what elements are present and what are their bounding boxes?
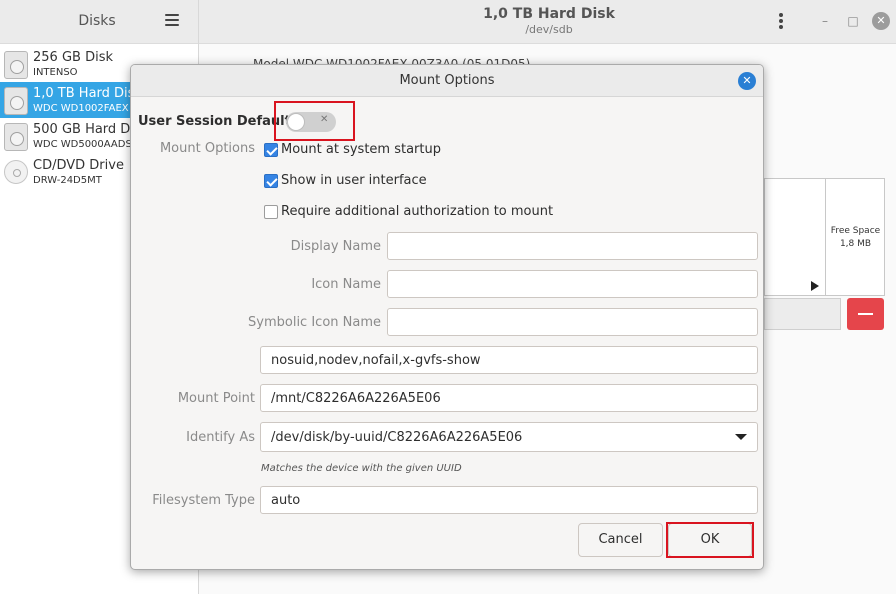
disk-name: 1,0 TB Hard Disk bbox=[33, 86, 142, 101]
optical-drive-icon bbox=[4, 160, 28, 184]
filesystem-type-field[interactable]: auto bbox=[260, 486, 758, 514]
mount-options-field[interactable]: nosuid,nodev,nofail,x-gvfs-show bbox=[260, 346, 758, 374]
filesystem-type-value: auto bbox=[271, 493, 301, 508]
header-subtitle: /dev/sdb bbox=[525, 23, 573, 36]
chevron-down-icon bbox=[735, 434, 747, 440]
mount-point-value: /mnt/C8226A6A226A5E06 bbox=[271, 391, 441, 406]
hard-disk-icon bbox=[4, 51, 28, 79]
delete-partition-button[interactable] bbox=[847, 298, 884, 330]
dialog-header: Mount Options ✕ bbox=[131, 65, 763, 97]
identify-as-hint: Matches the device with the given UUID bbox=[261, 463, 462, 474]
require-auth-label[interactable]: Require additional authorization to moun… bbox=[281, 204, 553, 219]
display-name-label: Display Name bbox=[290, 239, 381, 254]
sidebar-header: Disks bbox=[0, 0, 198, 44]
minimize-icon[interactable]: – bbox=[816, 12, 834, 30]
cancel-button[interactable]: Cancel bbox=[578, 523, 663, 557]
disk-name: CD/DVD Drive bbox=[33, 158, 124, 173]
display-name-field[interactable] bbox=[387, 232, 758, 260]
hamburger-menu-icon[interactable] bbox=[165, 14, 179, 27]
identify-as-dropdown[interactable]: /dev/disk/by-uuid/C8226A6A226A5E06 bbox=[260, 422, 758, 452]
identify-as-value: /dev/disk/by-uuid/C8226A6A226A5E06 bbox=[271, 430, 523, 445]
hard-disk-icon bbox=[4, 123, 28, 151]
disk-model: WDC WD5000AADS bbox=[33, 139, 132, 150]
volume-map[interactable]: Free Space 1,8 MB bbox=[764, 178, 885, 296]
kebab-menu-icon[interactable] bbox=[779, 13, 785, 31]
mount-point-label: Mount Point bbox=[177, 391, 255, 406]
maximize-icon[interactable]: □ bbox=[844, 12, 862, 30]
mount-options-dialog: Mount Options ✕ User Session Defaults ✕ … bbox=[130, 64, 764, 570]
mount-options-value: nosuid,nodev,nofail,x-gvfs-show bbox=[271, 353, 481, 368]
disk-model: INTENSO bbox=[33, 67, 78, 78]
free-space-block[interactable]: Free Space 1,8 MB bbox=[825, 179, 885, 295]
icon-name-field[interactable] bbox=[387, 270, 758, 298]
close-window-icon[interactable]: ✕ bbox=[872, 12, 890, 30]
disk-model: WDC WD1002FAEX bbox=[33, 103, 129, 114]
highlight-box-ok bbox=[666, 522, 754, 558]
play-icon bbox=[811, 281, 819, 291]
mount-at-startup-checkbox[interactable] bbox=[264, 143, 278, 157]
free-space-size: 1,8 MB bbox=[839, 239, 872, 249]
mount-point-field[interactable]: /mnt/C8226A6A226A5E06 bbox=[260, 384, 758, 412]
icon-name-label: Icon Name bbox=[311, 277, 381, 292]
hard-disk-icon bbox=[4, 87, 28, 115]
mount-options-label: Mount Options bbox=[159, 141, 255, 156]
symbolic-icon-name-field[interactable] bbox=[387, 308, 758, 336]
free-space-label: Free Space bbox=[830, 226, 881, 236]
require-auth-checkbox[interactable] bbox=[264, 205, 278, 219]
show-in-ui-checkbox[interactable] bbox=[264, 174, 278, 188]
disk-model: DRW-24D5MT bbox=[33, 175, 102, 186]
show-in-ui-label[interactable]: Show in user interface bbox=[281, 173, 427, 188]
header-bar: 1,0 TB Hard Disk /dev/sdb – □ ✕ bbox=[199, 0, 896, 44]
mount-at-startup-label[interactable]: Mount at system startup bbox=[281, 142, 441, 157]
close-icon[interactable]: ✕ bbox=[738, 72, 756, 90]
volume-toolbar bbox=[764, 298, 841, 330]
identify-as-label: Identify As bbox=[186, 430, 255, 445]
symbolic-icon-name-label: Symbolic Icon Name bbox=[248, 315, 381, 330]
filesystem-type-label: Filesystem Type bbox=[152, 493, 255, 508]
dialog-title: Mount Options bbox=[399, 73, 495, 88]
highlight-box-switch bbox=[274, 101, 355, 141]
header-title: 1,0 TB Hard Disk bbox=[483, 6, 615, 22]
disk-name: 256 GB Disk bbox=[33, 50, 113, 65]
